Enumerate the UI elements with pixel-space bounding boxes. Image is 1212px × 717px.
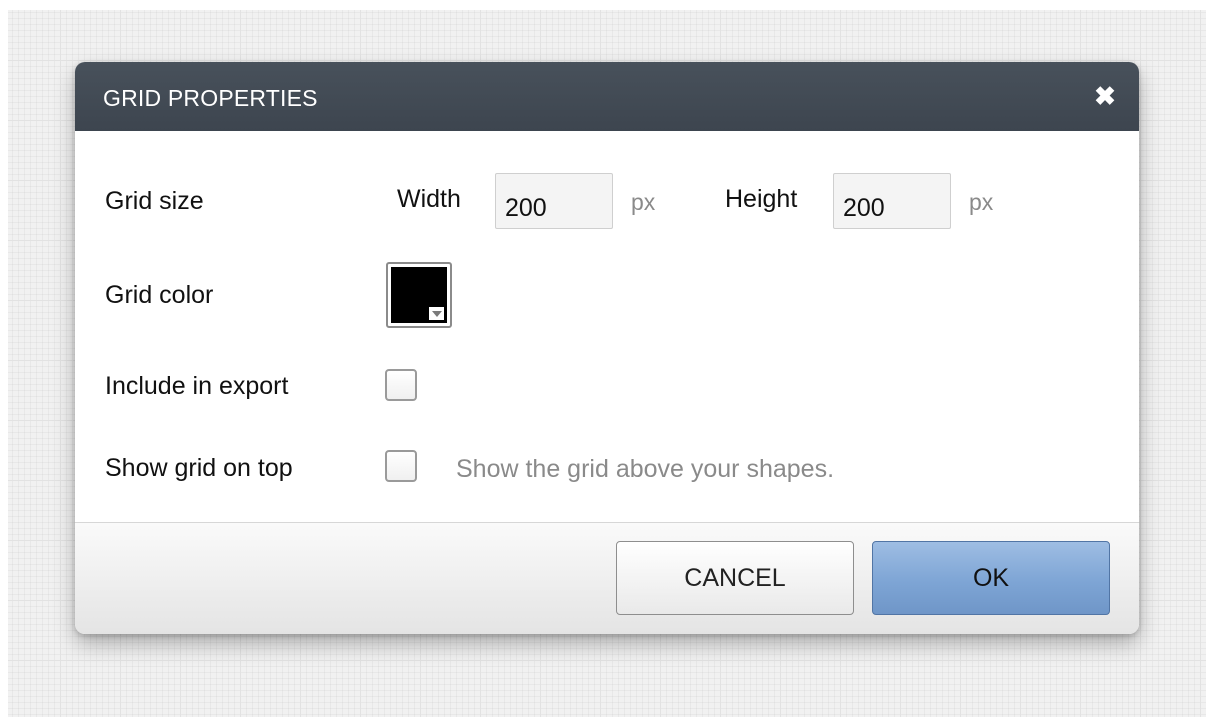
grid-color-picker[interactable] [386,262,452,328]
height-input[interactable] [833,173,951,229]
ok-button[interactable]: OK [872,541,1110,615]
width-unit: px [631,189,656,215]
height-unit: px [969,189,994,215]
chevron-down-icon [429,307,444,320]
cancel-button[interactable]: CANCEL [616,541,854,615]
grid-size-label: Grid size [105,187,204,215]
dialog-title: GRID PROPERTIES [103,85,318,111]
grid-properties-dialog: GRID PROPERTIES ✖ Grid size Width px Hei… [75,62,1139,634]
close-icon[interactable]: ✖ [1092,81,1118,111]
width-input[interactable] [495,173,613,229]
include-in-export-label: Include in export [105,372,289,400]
width-label: Width [397,185,461,213]
color-swatch [391,267,447,323]
grid-color-label: Grid color [105,281,214,309]
height-label: Height [725,185,798,213]
include-in-export-checkbox[interactable] [385,369,417,401]
dialog-footer: CANCEL OK [75,522,1139,634]
show-grid-on-top-label: Show grid on top [105,454,293,482]
show-grid-on-top-checkbox[interactable] [385,450,417,482]
dialog-titlebar: GRID PROPERTIES ✖ [75,62,1139,131]
show-grid-on-top-hint: Show the grid above your shapes. [456,455,835,483]
